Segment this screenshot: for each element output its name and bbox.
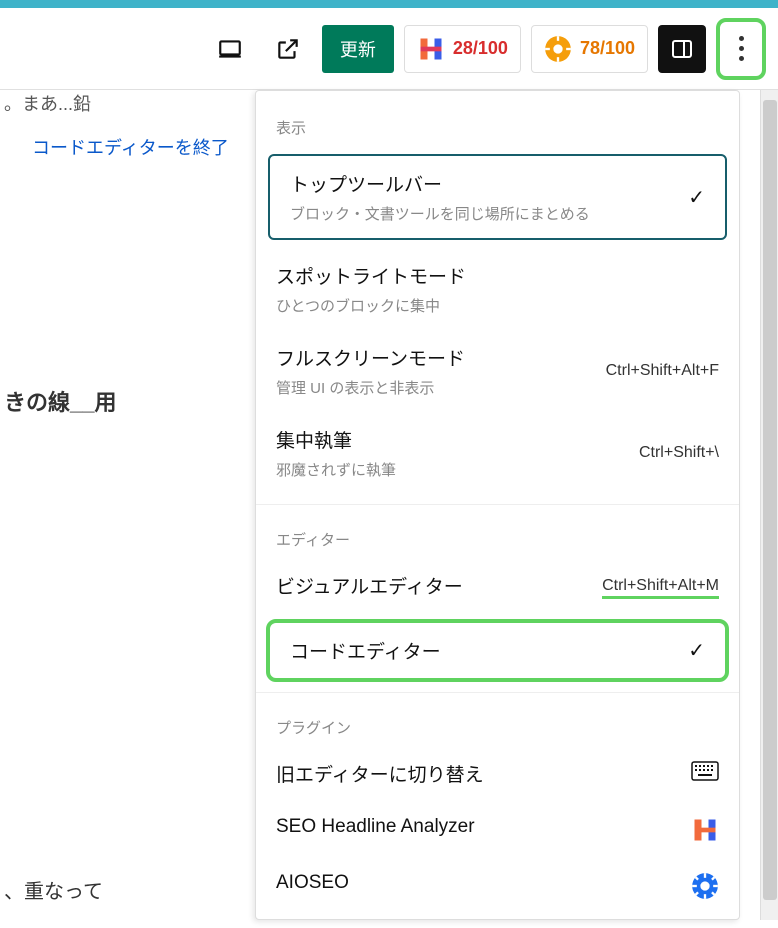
menu-item-label: コードエディター xyxy=(290,637,676,664)
more-options-button[interactable] xyxy=(716,18,766,80)
menu-item-visual-editor[interactable]: ビジュアルエディター Ctrl+Shift+Alt+M xyxy=(256,558,739,613)
menu-separator xyxy=(256,692,739,693)
menu-item-label: トップツールバー xyxy=(290,170,676,197)
editor-text-snippet-1: 。まあ...鉛 xyxy=(4,90,255,116)
menu-item-label: AIOSEO xyxy=(276,872,679,894)
menu-item-desc: ブロック・文書ツールを同じ場所にまとめる xyxy=(290,203,676,224)
aioseo-h-icon xyxy=(417,35,445,63)
external-link-icon[interactable] xyxy=(264,25,312,73)
menu-item-desc: 管理 UI の表示と非表示 xyxy=(276,377,594,398)
menu-item-top-toolbar[interactable]: トップツールバー ブロック・文書ツールを同じ場所にまとめる ✓ xyxy=(270,156,725,238)
keyboard-icon xyxy=(691,760,719,788)
gear-circle-icon xyxy=(691,872,719,900)
highlight-box-green: コードエディター ✓ xyxy=(266,619,729,682)
scrollbar[interactable] xyxy=(760,90,778,920)
menu-item-shortcut: Ctrl+Shift+\ xyxy=(639,444,719,462)
menu-item-shortcut: Ctrl+Shift+Alt+M xyxy=(602,577,719,595)
options-dropdown: 表示 トップツールバー ブロック・文書ツールを同じ場所にまとめる ✓ スポットラ… xyxy=(255,90,740,920)
scrollbar-thumb[interactable] xyxy=(763,100,777,900)
sidebar-toggle-button[interactable] xyxy=(658,25,706,73)
menu-item-old-editor[interactable]: 旧エディターに切り替え xyxy=(256,746,739,802)
menu-item-label: スポットライトモード xyxy=(276,262,719,289)
device-preview-icon[interactable] xyxy=(206,25,254,73)
menu-item-fullscreen[interactable]: フルスクリーンモード 管理 UI の表示と非表示 Ctrl+Shift+Alt+… xyxy=(256,330,739,412)
editor-text-snippet-3: 、重なって xyxy=(4,875,255,904)
check-icon: ✓ xyxy=(688,185,705,210)
menu-item-code-editor[interactable]: コードエディター ✓ xyxy=(270,623,725,678)
editor-background: 。まあ...鉛 コードエディターを終了 きの線__用 、重なって xyxy=(0,90,255,904)
menu-item-aioseo[interactable]: AIOSEO xyxy=(256,858,739,914)
menu-item-label: フルスクリーンモード xyxy=(276,344,594,371)
gear-circle-icon xyxy=(544,35,572,63)
menu-item-label: 集中執筆 xyxy=(276,426,627,453)
score-1-text: 28/100 xyxy=(453,38,508,59)
update-button[interactable]: 更新 xyxy=(322,25,394,73)
section-heading-editor: エディター xyxy=(256,509,739,558)
section-heading-display: 表示 xyxy=(256,91,739,146)
menu-item-focus[interactable]: 集中執筆 邪魔されずに執筆 Ctrl+Shift+\ xyxy=(256,412,739,494)
menu-item-spotlight[interactable]: スポットライトモード ひとつのブロックに集中 xyxy=(256,248,739,330)
highlight-box-teal: トップツールバー ブロック・文書ツールを同じ場所にまとめる ✓ xyxy=(268,154,727,240)
menu-item-label: 旧エディターに切り替え xyxy=(276,760,679,787)
menu-item-label: SEO Headline Analyzer xyxy=(276,816,679,838)
window-titlebar xyxy=(0,0,778,8)
editor-text-snippet-2: きの線__用 xyxy=(4,385,255,417)
menu-item-label: ビジュアルエディター xyxy=(276,572,590,599)
menu-item-desc: 邪魔されずに執筆 xyxy=(276,459,627,480)
kebab-icon xyxy=(739,36,744,61)
seo-score-badge-2[interactable]: 78/100 xyxy=(531,25,648,73)
exit-code-editor-link[interactable]: コードエディターを終了 xyxy=(4,134,255,160)
seo-score-badge-1[interactable]: 28/100 xyxy=(404,25,521,73)
check-icon: ✓ xyxy=(688,638,705,663)
menu-item-seo-headline[interactable]: SEO Headline Analyzer xyxy=(256,802,739,858)
menu-item-shortcut: Ctrl+Shift+Alt+F xyxy=(606,362,719,380)
score-2-text: 78/100 xyxy=(580,38,635,59)
aioseo-h-icon xyxy=(691,816,719,844)
top-toolbar: 更新 28/100 78/100 xyxy=(0,8,778,90)
menu-item-desc: ひとつのブロックに集中 xyxy=(276,295,719,316)
menu-separator xyxy=(256,504,739,505)
section-heading-plugins: プラグイン xyxy=(256,697,739,746)
